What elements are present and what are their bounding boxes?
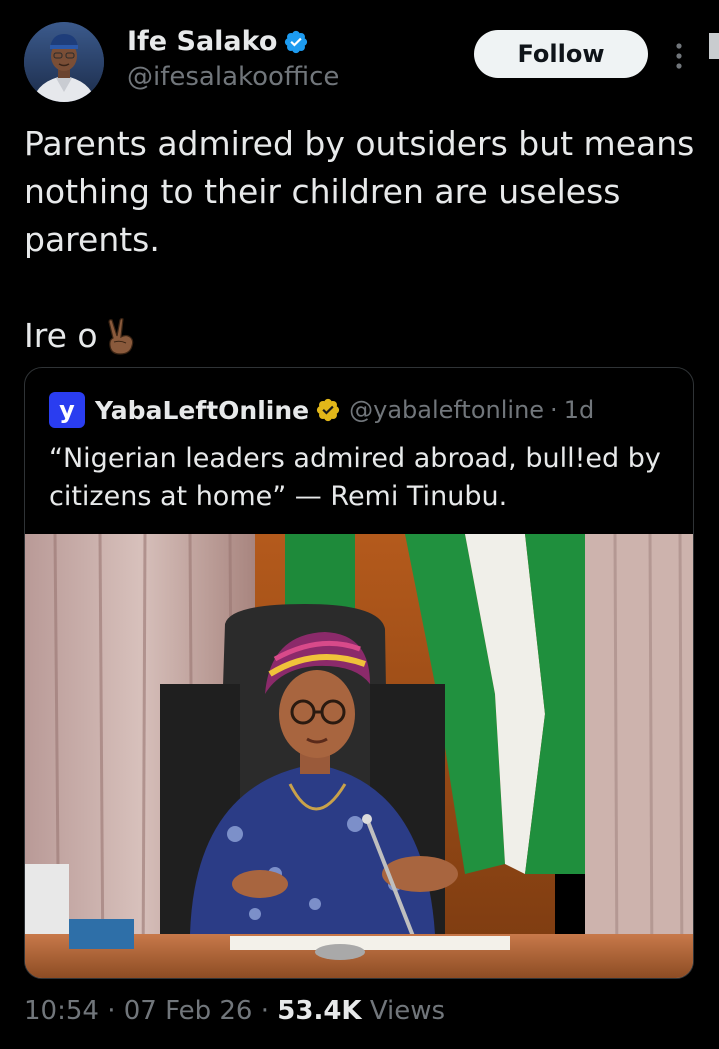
views-label: Views [369, 996, 446, 1026]
tweet-footer: 10:54 · 07 Feb 26 · 53.4K Views [24, 996, 445, 1026]
quoted-author-name[interactable]: YabaLeftOnline [95, 396, 309, 425]
gold-verified-badge-icon [317, 398, 340, 422]
author-handle[interactable]: @ifesalakooffice [127, 62, 339, 92]
author-name-row[interactable]: Ife Salako [127, 26, 309, 57]
tweet-time[interactable]: 10:54 [24, 996, 99, 1026]
author-avatar[interactable] [24, 22, 104, 102]
separator-dot: · [107, 996, 124, 1026]
quoted-author-avatar[interactable]: y [49, 392, 85, 428]
victory-hand-emoji-icon [107, 318, 133, 355]
scroll-indicator [709, 33, 719, 59]
tweet-text-line: Ire o [24, 316, 98, 355]
author-name[interactable]: Ife Salako [127, 26, 277, 57]
separator-dot: · [550, 396, 558, 424]
tweet-text: Parents admired by outsiders but means n… [24, 120, 704, 360]
more-options-icon[interactable] [668, 38, 690, 74]
follow-button[interactable]: Follow [474, 30, 648, 78]
tweet-date[interactable]: 07 Feb 26 [124, 996, 253, 1026]
quoted-tweet-card[interactable]: y YabaLeftOnline @yabaleftonline · 1d “N… [24, 367, 694, 979]
tweet: Ife Salako @ifesalakooffice Follow Paren… [0, 0, 719, 1049]
verified-badge-icon [285, 30, 308, 53]
separator-dot: · [260, 996, 278, 1026]
quoted-timestamp[interactable]: 1d [564, 396, 595, 424]
quoted-tweet-text: “Nigerian leaders admired abroad, bull!e… [49, 443, 661, 512]
views-count[interactable]: 53.4K [277, 996, 361, 1026]
quoted-tweet-photo[interactable] [25, 534, 693, 978]
quoted-author-handle[interactable]: @yabaleftonline [349, 396, 544, 424]
tweet-text-paragraph-2: Ire o [24, 312, 704, 360]
quoted-avatar-letter: y [59, 396, 75, 424]
tweet-text-paragraph: Parents admired by outsiders but means n… [24, 124, 695, 259]
quoted-tweet-header: y YabaLeftOnline @yabaleftonline · 1d [49, 392, 594, 428]
